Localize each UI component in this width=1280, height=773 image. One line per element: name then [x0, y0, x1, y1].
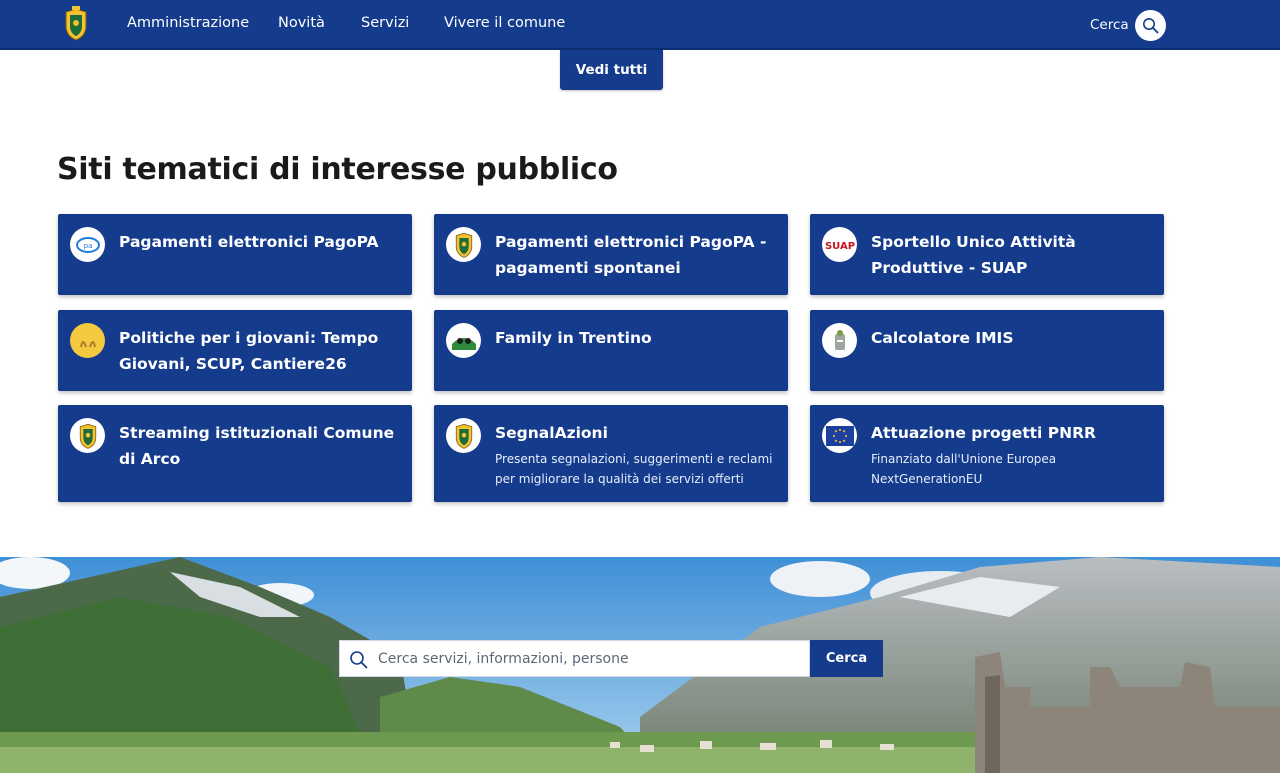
card-subtitle: Presenta segnalazioni, suggerimenti e re… [495, 452, 773, 486]
card-title: SegnalAzioni [495, 424, 608, 442]
card-title: Pagamenti elettronici PagoPA - pagamenti… [495, 233, 767, 277]
page: Amministrazione Novità Servizi Vivere il… [0, 0, 1280, 773]
hero-search-placeholder: Cerca servizi, informazioni, persone [378, 651, 629, 667]
nav-servizi[interactable]: Servizi [361, 15, 409, 31]
card-segnalazioni[interactable]: SegnalAzioni Presenta segnalazioni, sugg… [434, 405, 788, 502]
municipal-crest-icon[interactable] [62, 6, 90, 42]
card-title: Pagamenti elettronici PagoPA [119, 233, 379, 251]
card-calcolatore-imis[interactable]: Calcolatore IMIS [810, 310, 1164, 391]
section-title: Siti tematici di interesse pubblico [57, 152, 618, 187]
card-subtitle: Finanziato dall'Unione Europea NextGener… [871, 452, 1057, 486]
svg-text:SUAP: SUAP [825, 241, 855, 252]
card-suap[interactable]: SUAP Sportello Unico Attività Produttive… [810, 214, 1164, 295]
card-title: Family in Trentino [495, 329, 652, 347]
municipal-crest-icon [446, 418, 481, 453]
search-icon [1143, 18, 1159, 34]
card-title: Attuazione progetti PNRR [871, 424, 1096, 442]
header-search-label[interactable]: Cerca [1090, 17, 1129, 33]
card-title: Streaming istituzionali Comune di Arco [119, 424, 395, 468]
pagopa-logo-icon: pa [70, 227, 105, 262]
imis-logo-icon [822, 323, 857, 358]
svg-text:pa: pa [83, 242, 92, 250]
card-title: Calcolatore IMIS [871, 329, 1014, 347]
card-family-trentino[interactable]: Family in Trentino [434, 310, 788, 391]
site-header: Amministrazione Novità Servizi Vivere il… [0, 0, 1280, 50]
family-logo-icon [446, 323, 481, 358]
nav-vivere-il-comune[interactable]: Vivere il comune [444, 15, 565, 31]
card-title: Sportello Unico Attività Produttive - SU… [871, 233, 1076, 277]
hero-search-button[interactable]: Cerca [810, 640, 883, 677]
header-search-button[interactable] [1135, 10, 1166, 41]
card-streaming[interactable]: Streaming istituzionali Comune di Arco [58, 405, 412, 502]
municipal-crest-icon [70, 418, 105, 453]
suap-logo-icon: SUAP [822, 227, 857, 262]
youth-logo-icon [70, 323, 105, 358]
nav-amministrazione[interactable]: Amministrazione [127, 15, 249, 31]
search-icon [350, 651, 368, 669]
card-pagopa[interactable]: pa Pagamenti elettronici PagoPA [58, 214, 412, 295]
municipal-crest-icon [446, 227, 481, 262]
nav-novita[interactable]: Novità [278, 15, 325, 31]
vedi-tutti-button[interactable]: Vedi tutti [560, 50, 663, 90]
eu-flag-icon [822, 418, 857, 453]
hero-search-input[interactable]: Cerca servizi, informazioni, persone [339, 640, 810, 677]
card-title: Politiche per i giovani: Tempo Giovani, … [119, 329, 379, 373]
card-politiche-giovani[interactable]: Politiche per i giovani: Tempo Giovani, … [58, 310, 412, 391]
card-pnrr[interactable]: Attuazione progetti PNRR Finanziato dall… [810, 405, 1164, 502]
card-pagopa-spontanei[interactable]: Pagamenti elettronici PagoPA - pagamenti… [434, 214, 788, 295]
